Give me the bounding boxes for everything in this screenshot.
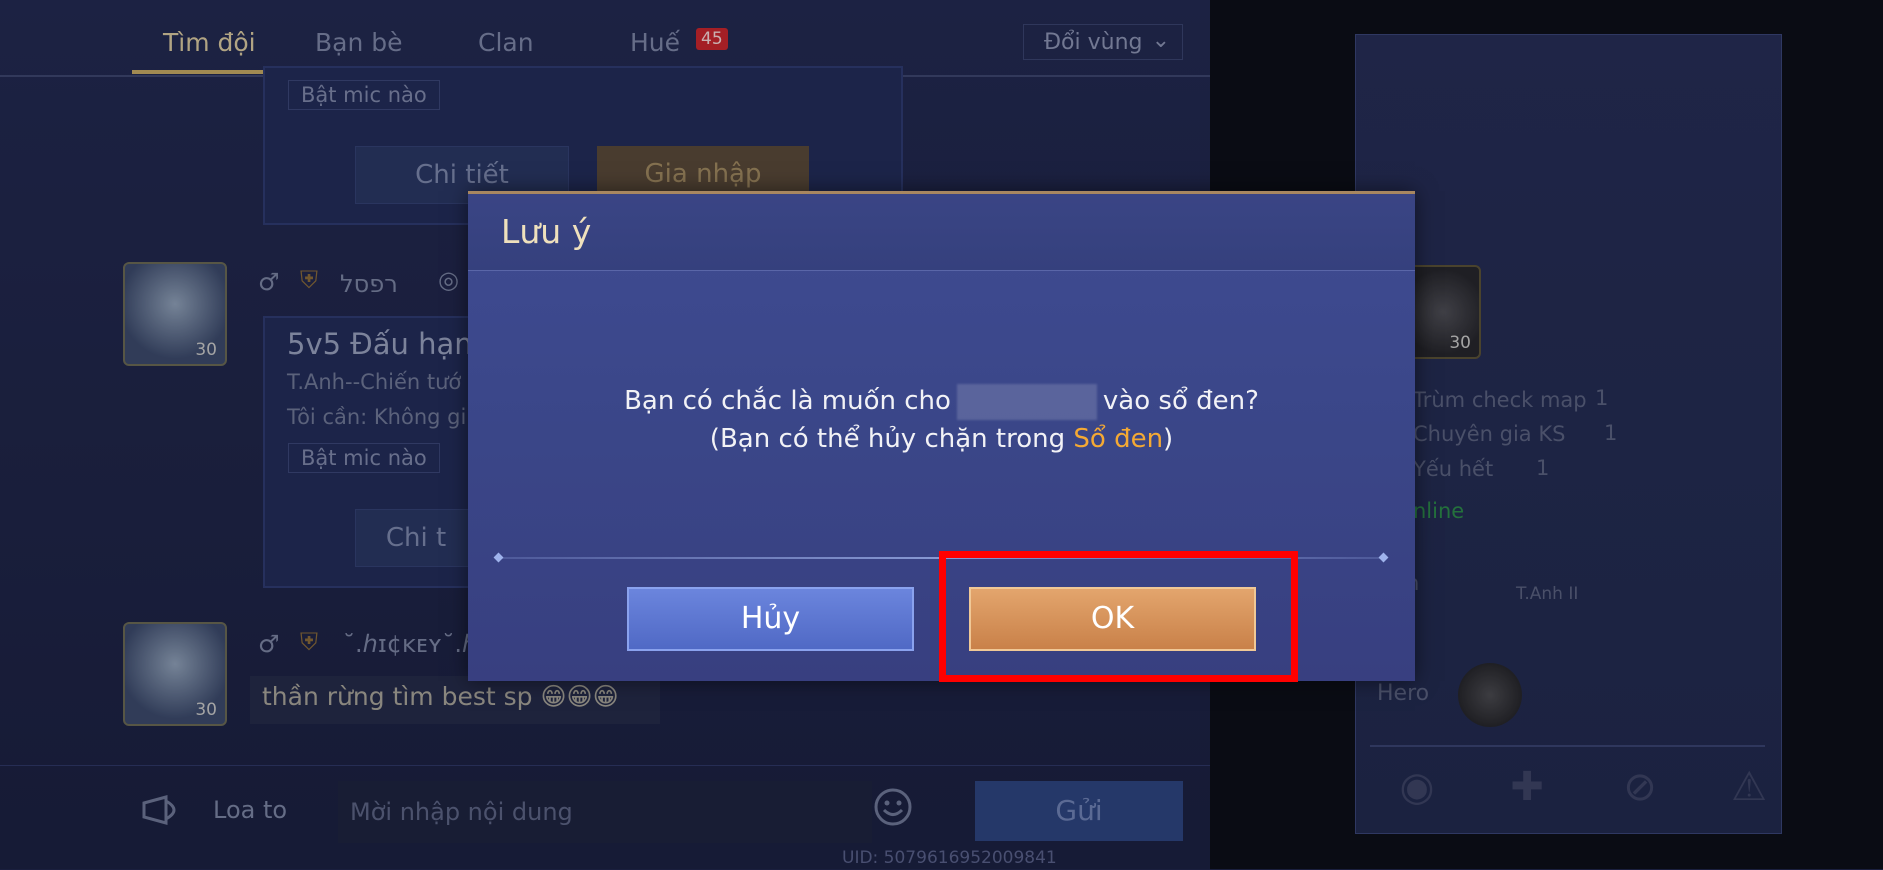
message-line2-prefix: (Bạn có thể hủy chặn trong [709,424,1074,454]
dialog-title: Lưu ý [501,212,592,251]
divider-end-right [1378,552,1389,563]
dialog-divider [498,557,1385,559]
message-prefix: Bạn có chắc là muốn cho [624,386,951,416]
dialog-header: Lưu ý [468,194,1415,271]
message-line2-suffix: ) [1163,424,1174,454]
dialog-message: Bạn có chắc là muốn cho vào sổ đen? (Bạn … [468,382,1415,458]
redacted-username [956,383,1097,420]
ok-button[interactable]: OK [969,587,1256,651]
blacklist-link[interactable]: Sổ đen [1073,424,1163,454]
message-suffix: vào sổ đen? [1102,386,1259,416]
divider-end-left [493,552,504,563]
confirm-dialog: Lưu ý Bạn có chắc là muốn cho vào sổ đen?… [468,191,1415,681]
cancel-button[interactable]: Hủy [627,587,914,651]
